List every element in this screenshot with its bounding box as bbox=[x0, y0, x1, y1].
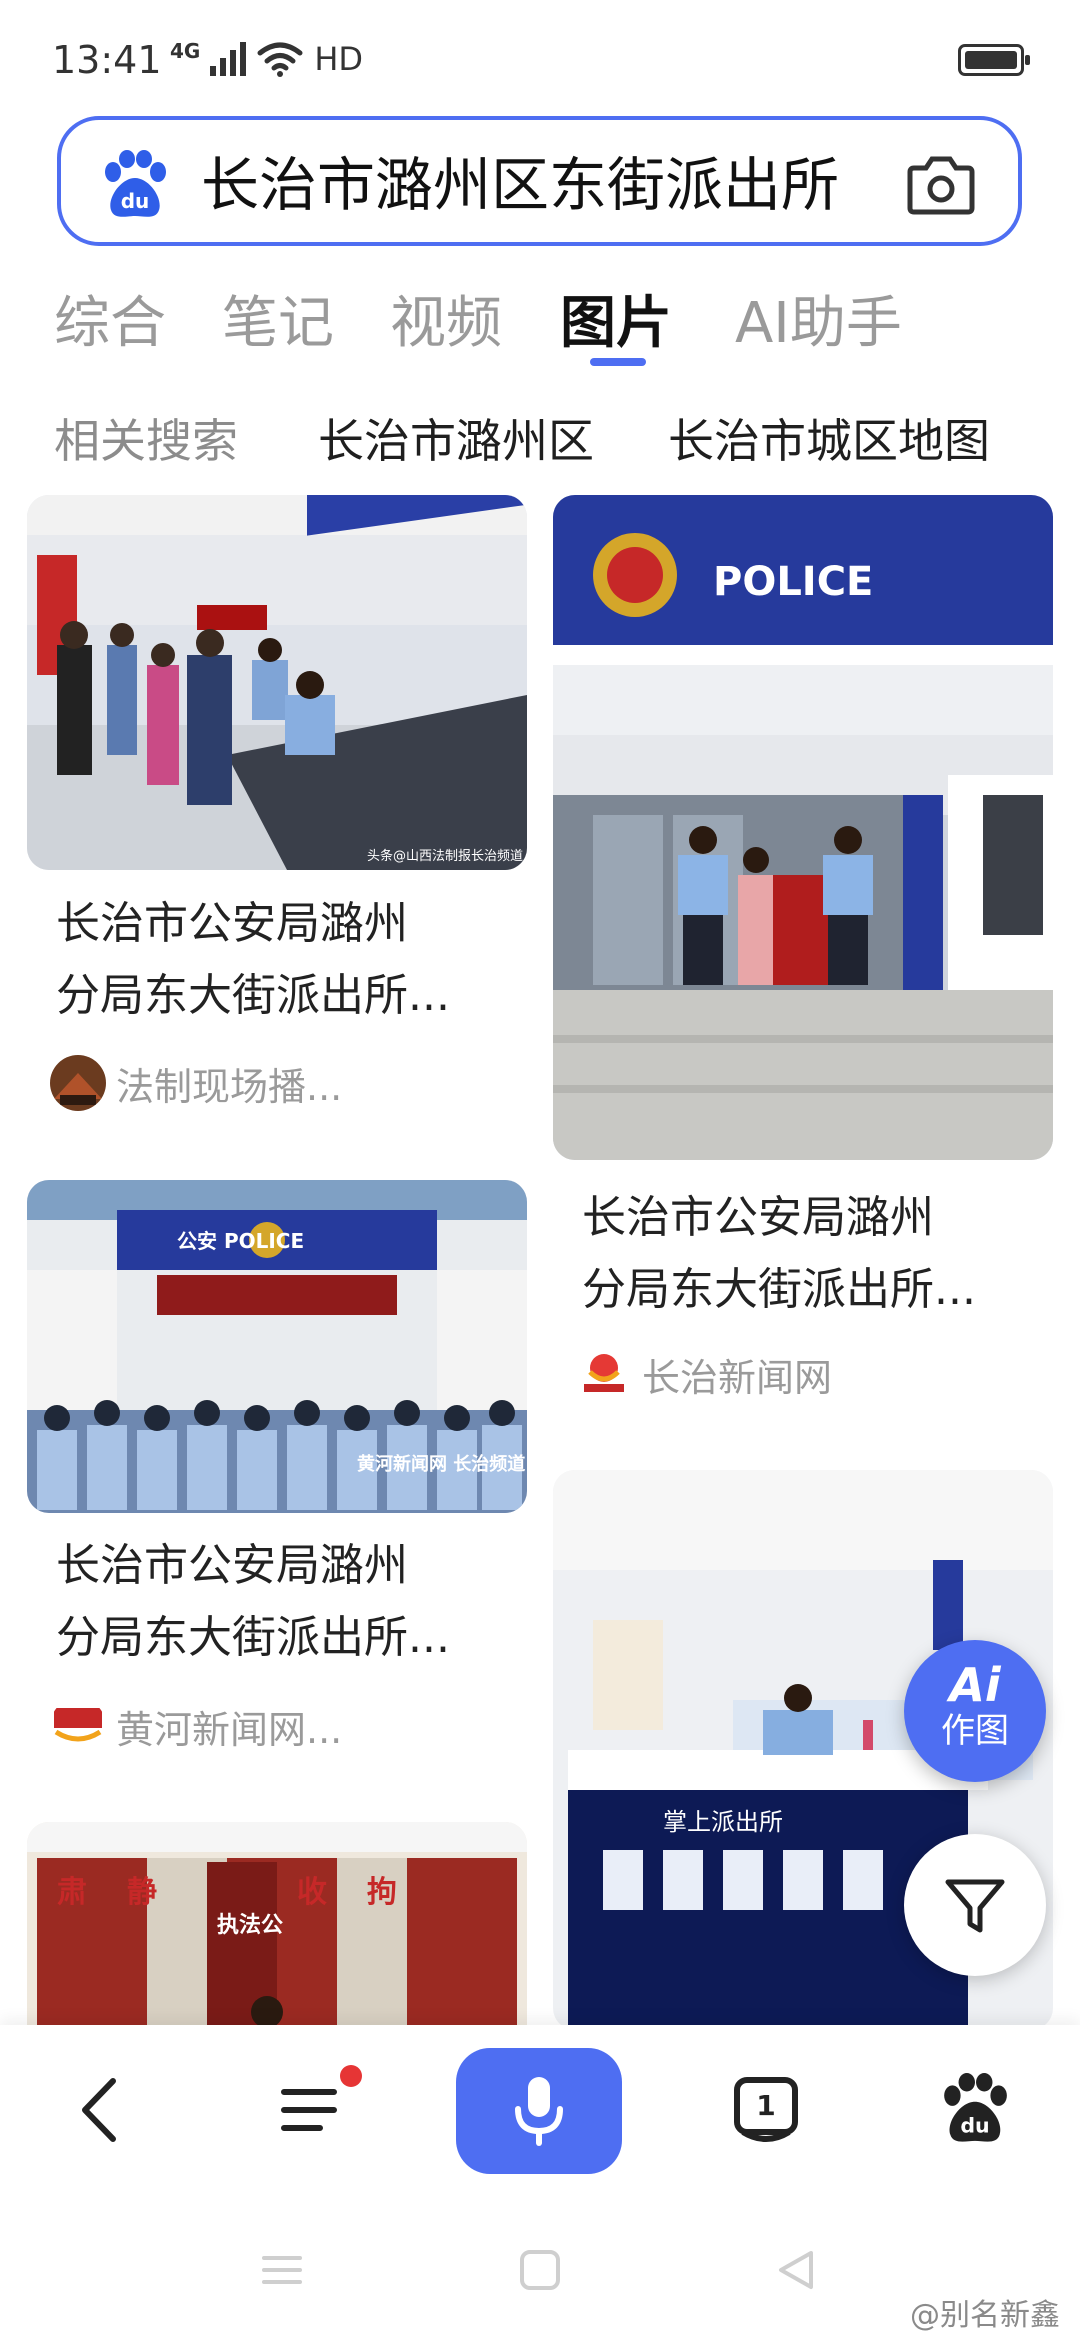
recent-apps-button[interactable] bbox=[252, 2240, 312, 2300]
camera-icon[interactable] bbox=[906, 154, 976, 216]
image-text: 拘 bbox=[367, 1875, 397, 1910]
microphone-icon bbox=[515, 2077, 563, 2146]
title-line: 长治市公安局潞州 bbox=[56, 1540, 408, 1591]
title-line: 分局东大街派出所... bbox=[582, 1264, 976, 1315]
image-caption: 头条@山西法制报长治频道 bbox=[367, 848, 523, 864]
ai-draw-label: 作图 bbox=[941, 1711, 1009, 1751]
enforcement-room-photo: 肃 静 收 拘 执法公 bbox=[27, 1822, 527, 2032]
menu-icon bbox=[281, 2089, 337, 2131]
baidu-logo-icon[interactable]: du bbox=[99, 150, 171, 222]
related-searches: 相关搜索 长治市潞州区 长治市城区地图 bbox=[0, 395, 1080, 475]
recent-apps-icon bbox=[262, 2256, 302, 2284]
tab-ai-assistant[interactable]: AI助手 bbox=[735, 278, 902, 359]
ai-draw-button[interactable]: Ai 作图 bbox=[904, 1640, 1046, 1782]
status-time: 13:41 bbox=[52, 38, 162, 82]
tabs-button[interactable]: 1 bbox=[712, 2055, 822, 2165]
menu-button[interactable] bbox=[258, 2055, 368, 2165]
service-hall-photo: 头条@山西法制报长治频道 bbox=[27, 495, 527, 870]
title-line: 分局东大街派出所... bbox=[56, 1612, 450, 1663]
title-line: 分局东大街派出所... bbox=[56, 970, 450, 1021]
notification-dot bbox=[340, 2065, 362, 2087]
baidu-home-icon: du bbox=[944, 2073, 1007, 2142]
source-name: 法制现场播... bbox=[116, 1064, 343, 1109]
svg-text:du: du bbox=[121, 189, 150, 213]
search-tabs: 综合 笔记 视频 图片 AI助手 bbox=[0, 270, 1080, 370]
result-title[interactable]: 长治市公安局潞州 分局东大街派出所... bbox=[582, 1182, 1022, 1326]
hd-indicator: HD bbox=[314, 40, 364, 78]
status-icons: 4G HD bbox=[170, 39, 364, 78]
home-icon bbox=[520, 2250, 560, 2290]
result-image[interactable]: 肃 静 收 拘 执法公 bbox=[27, 1822, 527, 2032]
result-source[interactable]: 法制现场播... bbox=[50, 1055, 342, 1111]
related-chip[interactable]: 长治市城区地图 bbox=[668, 405, 990, 471]
result-image[interactable]: POLICE bbox=[553, 495, 1053, 1160]
weibo-watermark: @别名新鑫 bbox=[910, 2298, 1060, 2333]
signal-icon bbox=[210, 42, 247, 76]
source-avatar bbox=[50, 1055, 106, 1111]
system-back-button[interactable] bbox=[766, 2240, 826, 2300]
image-sign: POLICE bbox=[713, 559, 873, 605]
source-name: 黄河新闻网... bbox=[116, 1707, 343, 1752]
police-station-photo: POLICE bbox=[553, 495, 1053, 1160]
title-line: 长治市公安局潞州 bbox=[56, 898, 408, 949]
search-bar[interactable]: du 长治市潞州区东街派出所 bbox=[57, 116, 1022, 246]
police-ceremony-photo: 公安 POLICE 黄河新闻网 长治频道 bbox=[27, 1180, 527, 1513]
source-avatar bbox=[50, 1698, 106, 1754]
bottom-toolbar: 1 du bbox=[0, 2025, 1080, 2200]
result-source[interactable]: 长治新闻网 bbox=[576, 1346, 832, 1402]
tab-all[interactable]: 综合 bbox=[54, 278, 166, 359]
related-searches-label: 相关搜索 bbox=[54, 414, 238, 468]
back-icon bbox=[82, 2078, 116, 2142]
battery-icon bbox=[958, 44, 1030, 76]
result-source[interactable]: 黄河新闻网... bbox=[50, 1698, 342, 1754]
ai-mark: Ai bbox=[949, 1658, 1001, 1712]
image-sign: 公安 POLICE bbox=[177, 1229, 304, 1253]
tab-video[interactable]: 视频 bbox=[390, 278, 502, 359]
filter-icon bbox=[945, 1879, 1005, 1933]
voice-search-button[interactable] bbox=[456, 2048, 622, 2174]
tab-images[interactable]: 图片 bbox=[560, 278, 672, 359]
source-name: 长治新闻网 bbox=[642, 1355, 833, 1400]
home-button[interactable] bbox=[510, 2240, 570, 2300]
image-text: 静 bbox=[127, 1875, 157, 1910]
tab-count: 1 bbox=[756, 2089, 775, 2122]
triangle-back-icon bbox=[779, 2251, 813, 2289]
image-sign: 掌上派出所 bbox=[663, 1808, 783, 1836]
source-avatar bbox=[576, 1346, 632, 1402]
back-button[interactable] bbox=[46, 2055, 156, 2165]
wifi-icon bbox=[257, 42, 303, 77]
image-watermark: 黄河新闻网 长治频道 bbox=[357, 1453, 525, 1475]
baidu-home-button[interactable]: du bbox=[920, 2055, 1030, 2165]
filter-button[interactable] bbox=[904, 1834, 1046, 1976]
svg-text:du: du bbox=[960, 2114, 989, 2138]
search-input[interactable]: 长治市潞州区东街派出所 bbox=[201, 150, 931, 220]
status-bar: 13:41 4G HD bbox=[0, 0, 1080, 110]
tab-notes[interactable]: 笔记 bbox=[222, 278, 334, 359]
result-image[interactable]: 公安 POLICE 黄河新闻网 长治频道 bbox=[27, 1180, 527, 1513]
image-text: 执法公 bbox=[217, 1913, 283, 1938]
tabs-icon: 1 bbox=[734, 2077, 798, 2142]
active-tab-indicator bbox=[590, 358, 646, 366]
title-line: 长治市公安局潞州 bbox=[582, 1192, 934, 1243]
related-chip[interactable]: 长治市潞州区 bbox=[318, 405, 594, 471]
network-type: 4G bbox=[170, 39, 201, 63]
image-text: 收 bbox=[297, 1875, 327, 1910]
result-title[interactable]: 长治市公安局潞州 分局东大街派出所... bbox=[56, 888, 496, 1032]
image-text: 肃 bbox=[57, 1875, 87, 1910]
result-image[interactable]: 头条@山西法制报长治频道 bbox=[27, 495, 527, 870]
result-title[interactable]: 长治市公安局潞州 分局东大街派出所... bbox=[56, 1530, 496, 1674]
